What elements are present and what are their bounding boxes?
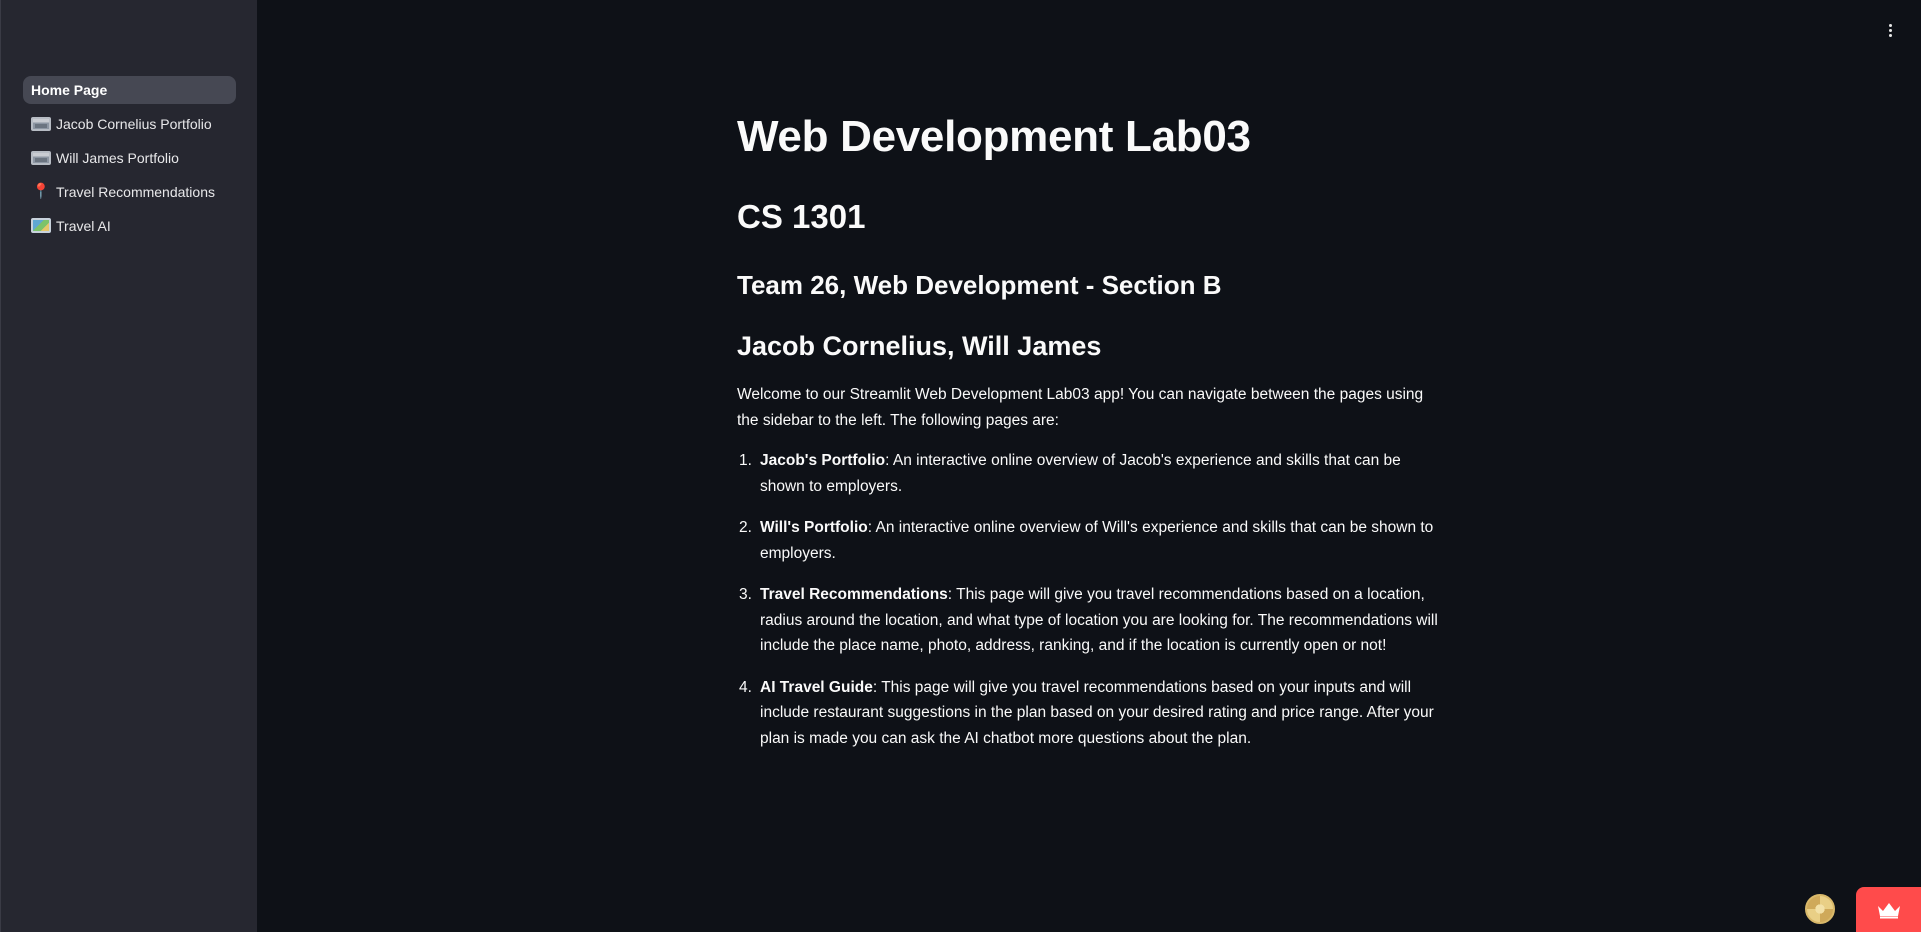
sidebar-item-travel-recommendations[interactable]: 📍 Travel Recommendations <box>23 178 236 206</box>
list-number: 2. <box>739 519 752 536</box>
list-number: 4. <box>739 678 752 696</box>
sidebar-item-will-james-portfolio[interactable]: Will James Portfolio <box>23 144 236 172</box>
sidebar-item-label: Jacob Cornelius Portfolio <box>56 116 212 132</box>
pages-list: 1. Jacob's Portfolio: An interactive onl… <box>737 448 1447 767</box>
sidebar-item-label: Will James Portfolio <box>56 150 179 166</box>
framed-picture-icon <box>31 150 51 166</box>
list-number: 1. <box>739 452 752 469</box>
sidebar-item-label: Travel AI <box>56 218 111 234</box>
sidebar-item-jacob-cornelius-portfolio[interactable]: Jacob Cornelius Portfolio <box>23 110 236 138</box>
list-item-title: Travel Recommendations <box>760 586 948 603</box>
sidebar-item-label: Home Page <box>31 82 108 98</box>
user-avatar-icon[interactable] <box>1805 894 1835 924</box>
list-item-title: AI Travel Guide <box>760 678 873 696</box>
list-item: 1. Jacob's Portfolio: An interactive onl… <box>737 448 1447 499</box>
sidebar-item-label: Travel Recommendations <box>56 184 215 200</box>
streamlit-badge-button[interactable] <box>1856 887 1921 932</box>
course-heading: CS 1301 <box>737 198 866 235</box>
list-number: 3. <box>739 586 752 603</box>
list-item: 4. AI Travel Guide: This page will give … <box>737 675 1447 752</box>
sidebar-item-travel-ai[interactable]: Travel AI <box>23 212 236 240</box>
crown-icon <box>1877 902 1900 918</box>
list-item-title: Will's Portfolio <box>760 519 868 536</box>
list-item: 3. Travel Recommendations: This page wil… <box>737 582 1447 659</box>
intro-paragraph: Welcome to our Streamlit Web Development… <box>737 386 1424 429</box>
list-item: 2. Will's Portfolio: An interactive onli… <box>737 515 1447 566</box>
round-pushpin-icon: 📍 <box>31 183 51 200</box>
sidebar-item-home-page[interactable]: Home Page <box>23 76 236 104</box>
authors-heading: Jacob Cornelius, Will James <box>737 331 1102 361</box>
vertical-ellipsis-icon <box>1888 23 1892 27</box>
list-item-title: Jacob's Portfolio <box>760 452 886 469</box>
main-menu-button[interactable] <box>1878 18 1902 42</box>
page-title: Web Development Lab03 <box>737 112 1251 161</box>
app-root: Home Page Jacob Cornelius Portfolio Will… <box>0 0 1921 932</box>
team-heading: Team 26, Web Development - Section B <box>737 270 1222 300</box>
sidebar: Home Page Jacob Cornelius Portfolio Will… <box>0 0 257 932</box>
framed-picture-icon <box>31 116 51 132</box>
sidebar-nav: Home Page Jacob Cornelius Portfolio Will… <box>23 76 236 246</box>
world-map-icon <box>31 218 51 234</box>
